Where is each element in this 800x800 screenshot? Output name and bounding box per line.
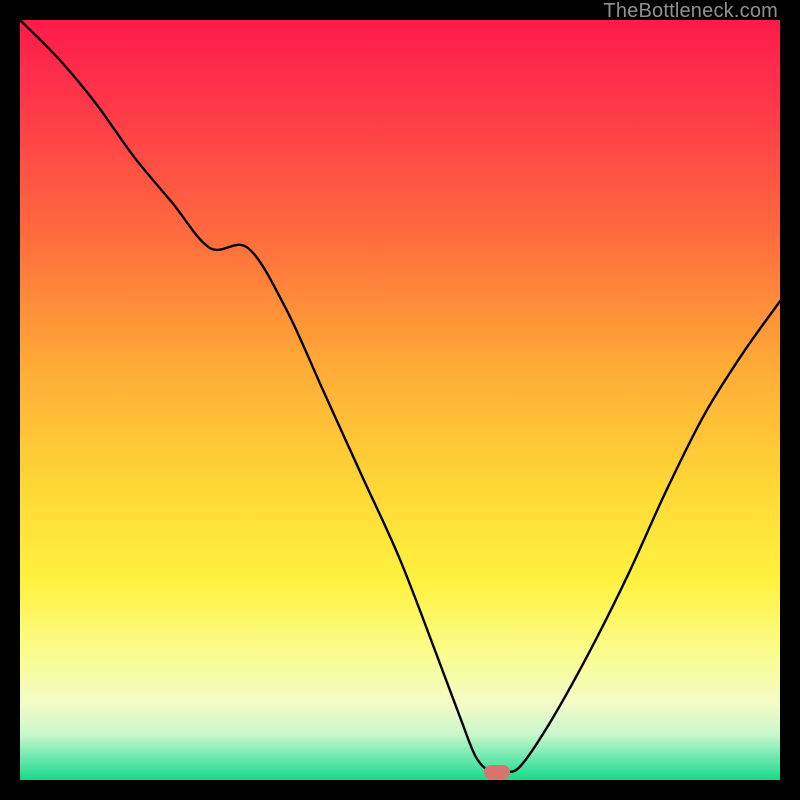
background-gradient: [20, 20, 780, 780]
chart-frame: TheBottleneck.com: [0, 0, 800, 800]
plot-area: [20, 20, 780, 780]
optimal-marker: [484, 765, 510, 779]
